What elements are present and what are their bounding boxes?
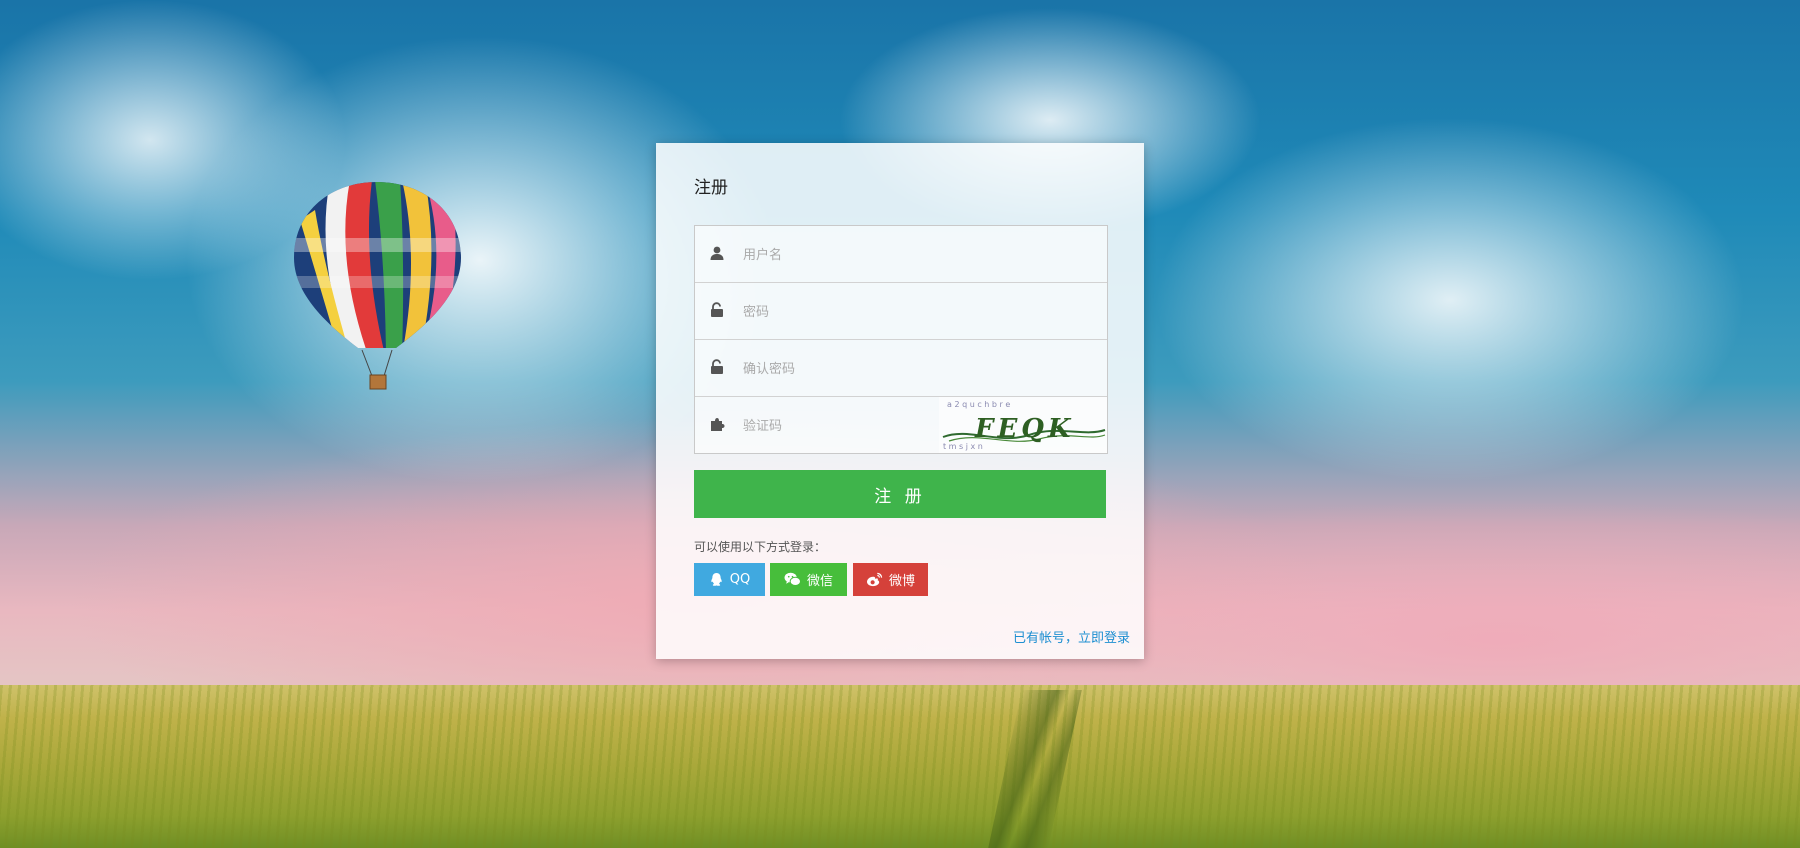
alt-login-label: 可以使用以下方式登录： bbox=[694, 540, 827, 554]
captcha-row: a 2 q u c h b r e t m s j x n FEQK bbox=[695, 397, 1107, 455]
register-form: a 2 q u c h b r e t m s j x n FEQK bbox=[694, 225, 1108, 455]
weibo-login-button[interactable]: 微博 bbox=[853, 563, 928, 596]
confirm-password-input[interactable] bbox=[741, 340, 995, 398]
wheat-field bbox=[0, 685, 1800, 848]
qq-icon bbox=[711, 572, 722, 586]
confirm-password-row bbox=[695, 340, 1107, 398]
wechat-login-button[interactable]: 微信 bbox=[770, 563, 847, 596]
password-input[interactable] bbox=[741, 283, 995, 341]
svg-text:a 2 q u c h b r e: a 2 q u c h b r e bbox=[947, 400, 1010, 409]
qq-label: QQ bbox=[729, 572, 751, 587]
qq-login-button[interactable]: QQ bbox=[694, 563, 765, 596]
page-title: 注册 bbox=[694, 178, 728, 198]
user-icon bbox=[710, 246, 724, 260]
username-row bbox=[695, 226, 1107, 284]
captcha-image[interactable]: a 2 q u c h b r e t m s j x n FEQK bbox=[939, 397, 1107, 453]
wechat-icon bbox=[784, 572, 801, 586]
weibo-label: 微博 bbox=[888, 574, 915, 589]
password-row bbox=[695, 283, 1107, 341]
username-input[interactable] bbox=[741, 226, 995, 284]
captcha-text: FEQK bbox=[974, 414, 1075, 444]
hot-air-balloon-image bbox=[294, 182, 461, 390]
register-panel: 注册 用户名 验证码 a 2 q u c h b r e t m s j x n… bbox=[656, 143, 1144, 659]
weibo-icon bbox=[866, 572, 883, 587]
wechat-label: 微信 bbox=[806, 574, 833, 589]
lock-open-icon bbox=[711, 359, 723, 374]
puzzle-icon bbox=[711, 418, 725, 431]
login-link[interactable]: 已有帐号，立即登录 bbox=[1013, 627, 1130, 646]
register-button[interactable]: 注 册 bbox=[694, 470, 1106, 518]
lock-open-icon bbox=[711, 302, 723, 317]
